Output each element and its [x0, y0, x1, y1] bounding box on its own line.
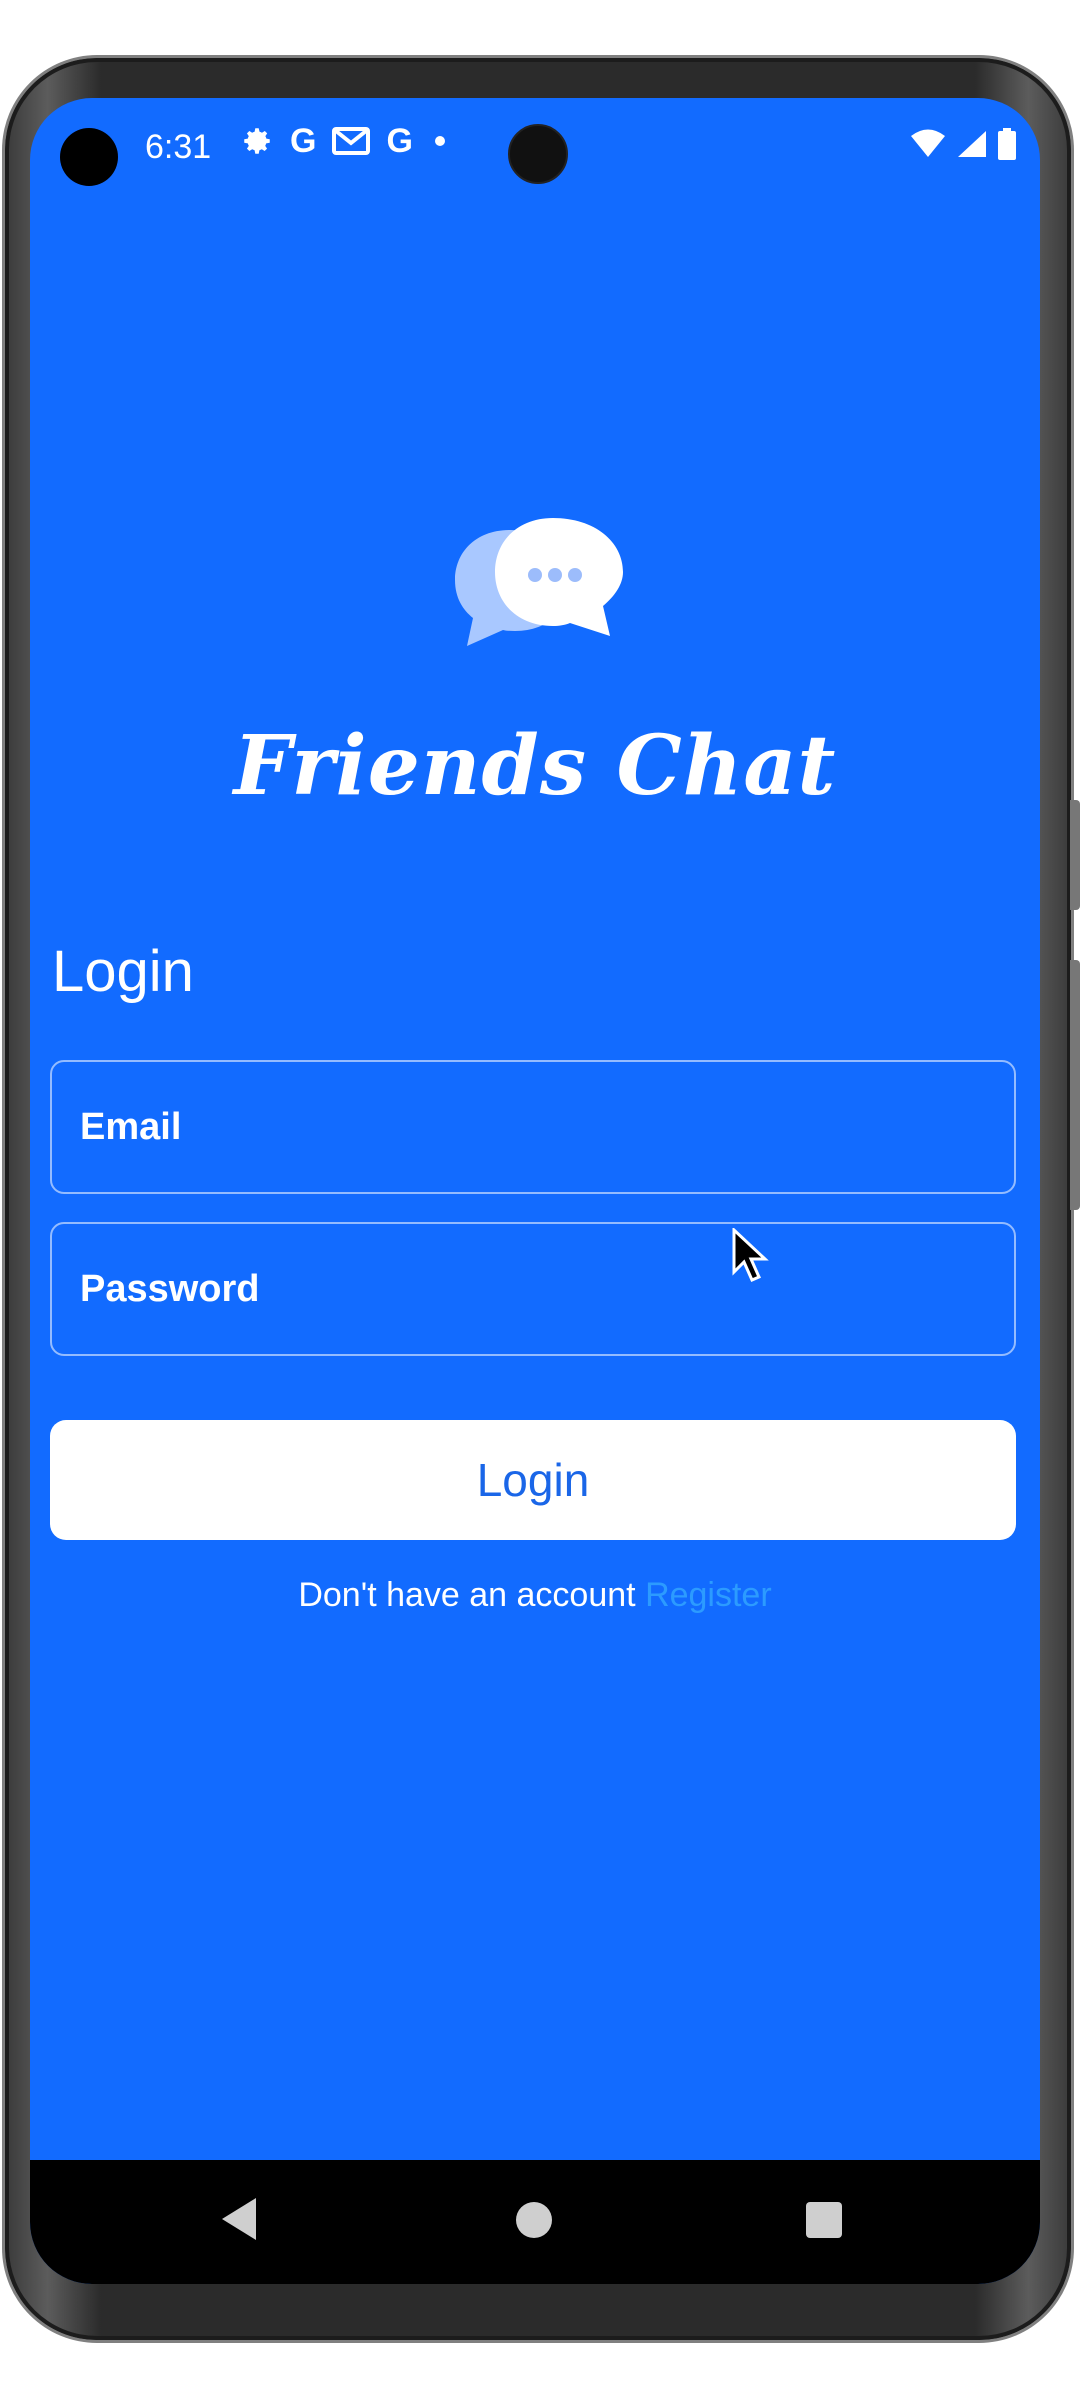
wifi-icon: [911, 129, 945, 157]
no-account-text: Don't have an account: [298, 1576, 636, 1614]
home-icon[interactable]: [516, 2202, 552, 2238]
phone-volume-button: [1070, 960, 1080, 1210]
google-icon: G: [290, 122, 317, 160]
email-input[interactable]: [52, 1062, 1014, 1192]
chat-bubbles-icon: [455, 518, 625, 658]
password-field[interactable]: [50, 1222, 1016, 1356]
notification-icons: G G: [240, 124, 445, 158]
app-screen: 6:31 G G Friends Chat Login Login: [30, 98, 1040, 2284]
register-link[interactable]: Register: [645, 1576, 772, 1614]
phone-side-button: [1070, 800, 1080, 910]
camera-cutout: [60, 128, 118, 186]
password-input[interactable]: [52, 1224, 1014, 1354]
gear-icon: [244, 128, 270, 154]
recents-icon[interactable]: [806, 2202, 842, 2238]
dot-icon: [434, 136, 445, 146]
back-icon[interactable]: [220, 2196, 258, 2242]
register-prompt: Don't have an account Register: [30, 1576, 1040, 1615]
front-camera: [508, 124, 568, 184]
login-button[interactable]: Login: [50, 1420, 1016, 1540]
google-icon: G: [386, 122, 413, 160]
signal-icon: [958, 131, 986, 157]
app-title: Friends Chat: [233, 718, 837, 814]
login-heading: Login: [52, 939, 194, 1004]
mouse-cursor-icon: [732, 1228, 769, 1282]
gmail-icon: [332, 127, 371, 155]
navigation-bar: [30, 2160, 1040, 2284]
status-bar: 6:31 G G: [30, 98, 1040, 198]
system-status-icons: [910, 128, 1016, 160]
status-time: 6:31: [145, 128, 212, 166]
email-field[interactable]: [50, 1060, 1016, 1194]
battery-icon: [998, 128, 1016, 160]
